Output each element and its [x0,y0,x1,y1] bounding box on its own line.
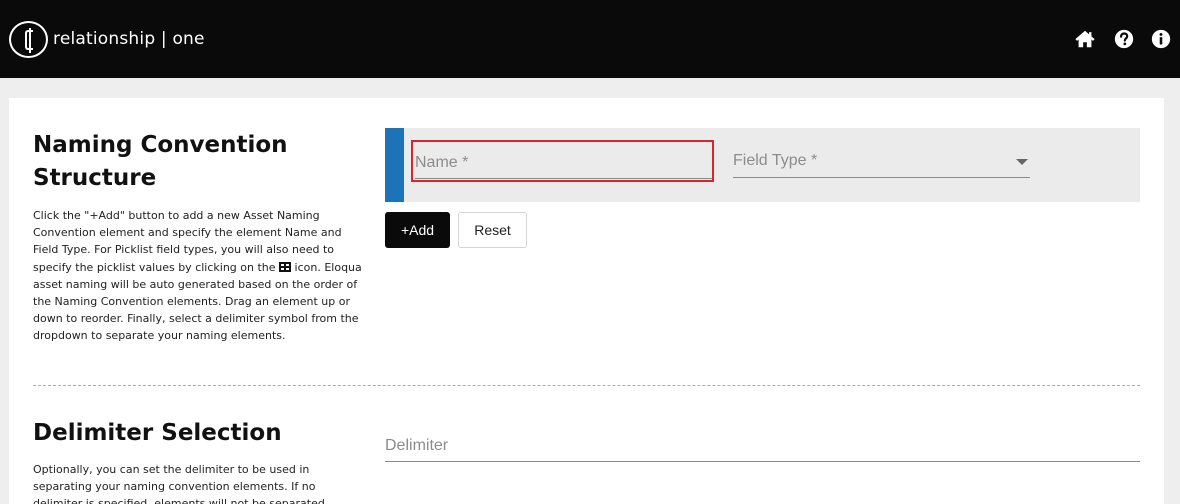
field-type-select[interactable]: Field Type * [733,148,1030,178]
info-icon[interactable] [1150,28,1172,50]
naming-convention-title: Naming Convention Structure [33,132,288,191]
drag-handle[interactable] [385,128,404,202]
table-grid-icon [279,261,292,272]
section-divider [33,385,1140,386]
brand-name: relationship | one [53,29,205,49]
add-button[interactable]: +Add [385,212,450,248]
help-icon[interactable] [1113,28,1135,50]
field-type-label: Field Type * [733,152,818,169]
naming-convention-description: Click the "+Add" button to add a new Ass… [33,209,362,343]
name-input[interactable] [415,148,712,179]
logo-icon [9,21,48,58]
reset-button[interactable]: Reset [458,212,527,248]
delimiter-description: Optionally, you can set the delimiter to… [33,463,329,504]
naming-element-row: Field Type * [385,128,1140,202]
caret-down-icon [1016,159,1028,165]
home-icon[interactable] [1074,28,1096,50]
delimiter-input[interactable] [385,430,1140,462]
top-navigation-bar: relationship | one [0,0,1180,78]
delimiter-selection-title: Delimiter Selection [33,420,282,446]
